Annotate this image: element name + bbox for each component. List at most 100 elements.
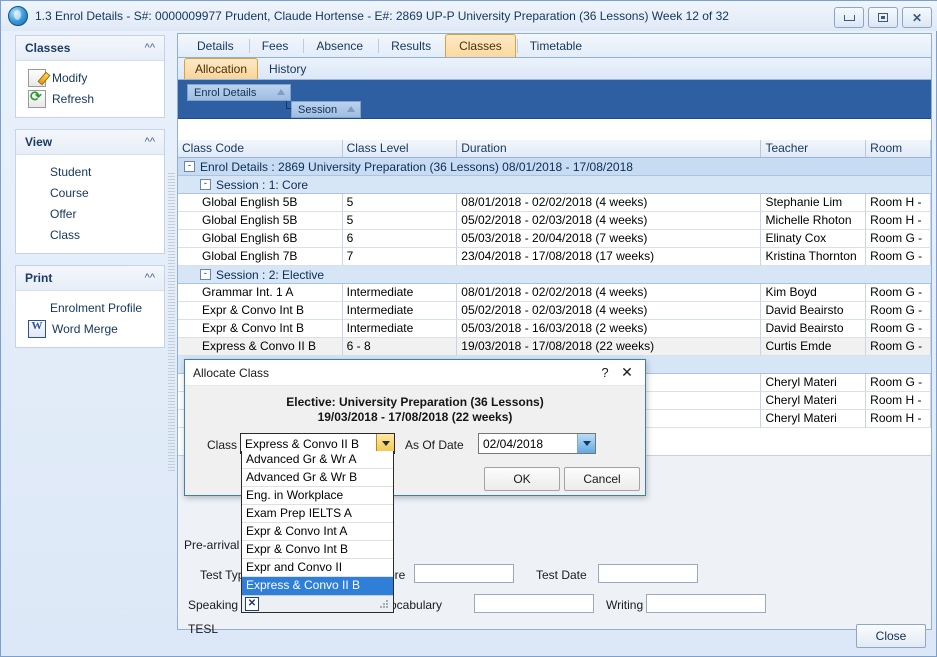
close-window-button[interactable]: Close xyxy=(856,624,926,648)
table-row[interactable]: Global English 5B 5 08/01/2018 - 02/02/2… xyxy=(178,194,931,212)
groupby-enrol-details[interactable]: Enrol Details xyxy=(187,84,291,101)
grammar-vocabulary-field[interactable] xyxy=(474,594,594,613)
dropdown-option[interactable]: Advanced Gr & Wr B xyxy=(242,469,393,487)
score-field[interactable] xyxy=(414,564,514,583)
label-class: Class xyxy=(207,435,237,455)
tab-details[interactable]: Details xyxy=(183,34,248,57)
app-icon xyxy=(8,6,28,26)
dropdown-option-selected[interactable]: Express & Convo II B xyxy=(242,577,393,595)
tab-timetable[interactable]: Timetable xyxy=(516,34,596,57)
sidebar-item-course[interactable]: Course xyxy=(16,182,164,203)
window-controls: ✕ xyxy=(834,7,932,28)
as-of-date-field[interactable]: 02/04/2018 xyxy=(478,433,596,454)
panel-body-print: Enrolment Profile Word Merge xyxy=(16,291,164,347)
dropdown-option[interactable]: Expr & Convo Int A xyxy=(242,523,393,541)
sidebar-item-word-merge[interactable]: Word Merge xyxy=(16,318,164,339)
window-titlebar: 1.3 Enrol Details - S#: 0000009977 Prude… xyxy=(1,1,937,31)
sidebar-item-class[interactable]: Class xyxy=(16,224,164,245)
chevron-up-icon[interactable]: ^^ xyxy=(145,43,155,54)
cell-class-code: Global English 6B xyxy=(178,230,343,248)
dropdown-option[interactable]: Eng. in Workplace xyxy=(242,487,393,505)
table-row[interactable]: Global English 6B 6 05/03/2018 - 20/04/2… xyxy=(178,230,931,248)
subtabstrip: Allocation History xyxy=(178,58,931,80)
column-header-class-code[interactable]: Class Code xyxy=(178,140,343,157)
subtab-allocation[interactable]: Allocation xyxy=(184,58,258,79)
sidebar-item-refresh[interactable]: Refresh xyxy=(16,88,164,109)
clear-icon[interactable]: ✕ xyxy=(245,597,259,611)
sidebar-item-modify[interactable]: Modify xyxy=(16,67,164,88)
table-row[interactable]: Grammar Int. 1 A Intermediate 08/01/2018… xyxy=(178,284,931,302)
label-pre-arrival: Pre-arrival xyxy=(184,538,239,552)
dropdown-option[interactable]: Exam Prep IELTS A xyxy=(242,505,393,523)
modify-icon xyxy=(28,69,46,87)
group-row-session-2[interactable]: - Session : 2: Elective xyxy=(178,266,931,284)
minimize-button[interactable] xyxy=(834,7,864,28)
panel-body-view: Student Course Offer Class xyxy=(16,155,164,253)
dialog-titlebar: Allocate Class ? ✕ xyxy=(185,360,645,386)
sort-ascending-icon xyxy=(347,106,355,112)
cell-duration: 19/03/2018 - 17/08/2018 (22 weeks) xyxy=(457,338,761,356)
column-header-class-level[interactable]: Class Level xyxy=(343,140,458,157)
groupby-session[interactable]: Session xyxy=(291,101,361,118)
cell-teacher: Cheryl Materi xyxy=(761,392,866,410)
cell-room: Room H - xyxy=(866,212,931,230)
sidebar-item-label: Modify xyxy=(52,71,87,85)
tabstrip: Details Fees Absence Results Classes Tim… xyxy=(178,34,931,58)
close-button[interactable]: ✕ xyxy=(902,7,932,28)
test-date-field[interactable] xyxy=(598,564,698,583)
sidebar-item-label: Course xyxy=(50,186,89,200)
dropdown-option[interactable]: Advanced Gr & Wr A xyxy=(242,451,393,469)
chevron-up-icon[interactable]: ^^ xyxy=(145,273,155,284)
cell-duration: 05/03/2018 - 16/03/2018 (2 weeks) xyxy=(457,320,761,338)
writing-field[interactable] xyxy=(646,594,766,613)
table-row[interactable]: Expr & Convo Int B Intermediate 05/02/20… xyxy=(178,302,931,320)
collapse-expander-icon[interactable]: - xyxy=(200,179,211,190)
table-row[interactable]: Express & Convo II B 6 - 8 19/03/2018 - … xyxy=(178,338,931,356)
ok-button[interactable]: OK xyxy=(484,467,560,491)
restore-icon xyxy=(878,13,888,22)
cell-teacher: Michelle Rhoton xyxy=(761,212,866,230)
sidebar-panel-view: View ^^ Student Course Offer Class xyxy=(15,129,165,254)
panel-splitter[interactable] xyxy=(168,173,175,473)
panel-header-classes[interactable]: Classes ^^ xyxy=(16,36,164,61)
table-row[interactable]: Global English 5B 5 05/02/2018 - 02/03/2… xyxy=(178,212,931,230)
column-header-room[interactable]: Room xyxy=(866,140,931,157)
collapse-expander-icon[interactable]: - xyxy=(184,161,195,172)
cell-class-level: Intermediate xyxy=(343,320,458,338)
label-as-of-date: As Of Date xyxy=(405,435,464,455)
chevron-up-icon[interactable]: ^^ xyxy=(145,137,155,148)
group-row-enrol-details[interactable]: - Enrol Details : 2869 University Prepar… xyxy=(178,158,931,176)
tab-fees[interactable]: Fees xyxy=(248,34,303,57)
group-row-session-1[interactable]: - Session : 1: Core xyxy=(178,176,931,194)
sidebar-item-enrolment-profile[interactable]: Enrolment Profile xyxy=(16,297,164,318)
tab-absence[interactable]: Absence xyxy=(302,34,377,57)
cell-class-code: Expr & Convo Int B xyxy=(178,302,343,320)
cancel-button[interactable]: Cancel xyxy=(564,467,640,491)
column-header-duration[interactable]: Duration xyxy=(457,140,761,157)
table-row[interactable]: Global English 7B 7 23/04/2018 - 17/08/2… xyxy=(178,248,931,266)
column-header-teacher[interactable]: Teacher xyxy=(761,140,866,157)
dialog-heading-line1: Elective: University Preparation (36 Les… xyxy=(185,395,645,410)
chevron-down-icon[interactable] xyxy=(577,434,595,453)
window-title: 1.3 Enrol Details - S#: 0000009977 Prude… xyxy=(35,9,729,23)
resize-grip-icon[interactable] xyxy=(379,599,390,610)
sidebar-item-offer[interactable]: Offer xyxy=(16,203,164,224)
panel-header-view[interactable]: View ^^ xyxy=(16,130,164,155)
subtab-history[interactable]: History xyxy=(258,58,317,79)
sidebar-item-student[interactable]: Student xyxy=(16,161,164,182)
panel-header-print[interactable]: Print ^^ xyxy=(16,266,164,291)
cell-duration: 05/02/2018 - 02/03/2018 (4 weeks) xyxy=(457,302,761,320)
restore-button[interactable] xyxy=(868,7,898,28)
table-row[interactable]: Expr & Convo Int B Intermediate 05/03/20… xyxy=(178,320,931,338)
collapse-expander-icon[interactable]: - xyxy=(200,269,211,280)
sidebar-item-label: Refresh xyxy=(52,92,94,106)
grid-header-row: Class Code Class Level Duration Teacher … xyxy=(178,140,931,158)
tab-results[interactable]: Results xyxy=(377,34,445,57)
cell-class-level: 5 xyxy=(343,212,458,230)
dropdown-option[interactable]: Expr and Convo II xyxy=(242,559,393,577)
help-icon[interactable]: ? xyxy=(595,365,615,380)
dropdown-option[interactable]: Expr & Convo Int B xyxy=(242,541,393,559)
tab-classes[interactable]: Classes xyxy=(445,34,516,57)
label-writing: Writing xyxy=(606,598,643,612)
close-icon[interactable]: ✕ xyxy=(615,364,639,381)
